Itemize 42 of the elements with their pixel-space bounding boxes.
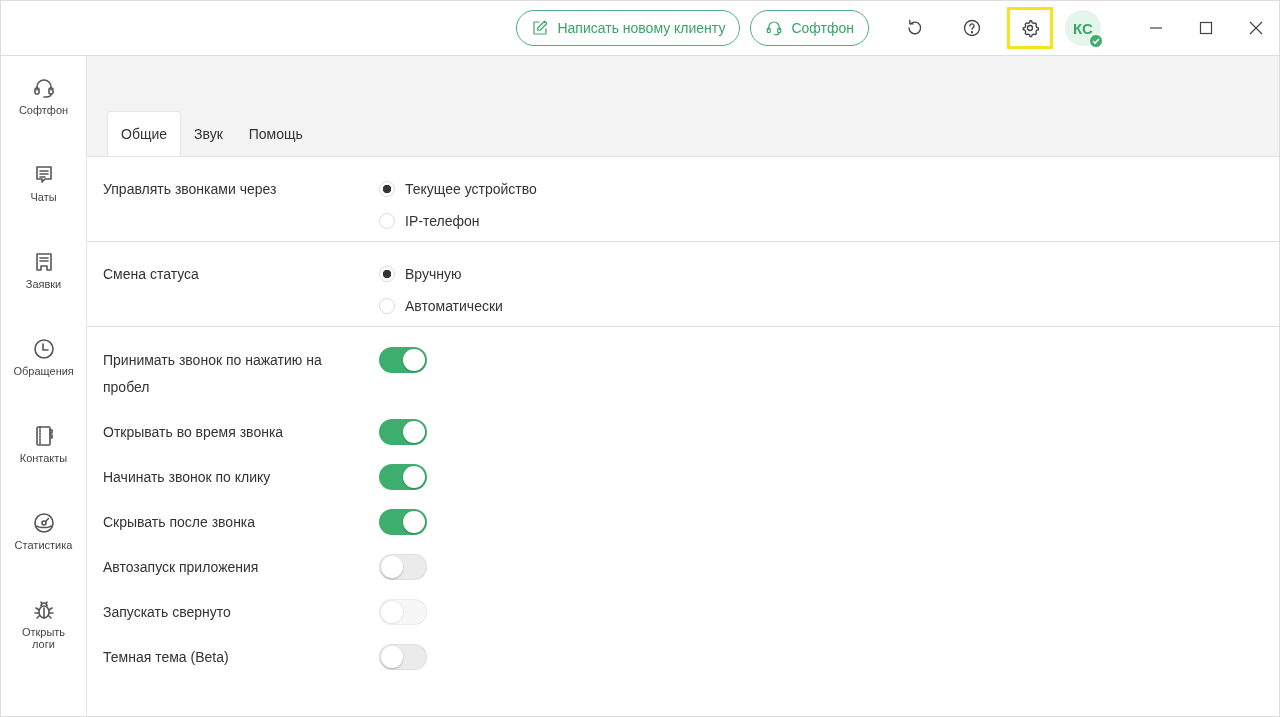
setting-label: Темная тема (Beta) bbox=[103, 648, 230, 667]
sidebar-item[interactable]: Софтфон bbox=[13, 104, 74, 116]
settings-icon bbox=[1020, 18, 1040, 38]
setting-label: Управлять звонками через bbox=[103, 181, 278, 199]
sidebar-item[interactable]: Контакты bbox=[13, 452, 74, 464]
setting-label: Скрывать после звонка bbox=[103, 513, 257, 532]
setting-label: Принимать звонок по нажатию на пробел bbox=[103, 351, 323, 397]
toggle-switch[interactable] bbox=[379, 554, 427, 580]
toggle-switch[interactable] bbox=[379, 509, 427, 535]
headset-icon bbox=[31, 76, 56, 100]
sidebar-item[interactable]: Статистика bbox=[13, 539, 74, 551]
sidebar-item[interactable]: Обращения bbox=[13, 365, 74, 377]
headset-icon bbox=[765, 19, 784, 37]
toggle-switch[interactable] bbox=[379, 419, 427, 445]
close-icon[interactable] bbox=[1249, 21, 1263, 35]
setting-label: Начинать звонок по клику bbox=[103, 468, 272, 487]
setting-label: Открывать во время звонка bbox=[103, 423, 285, 442]
settings-button[interactable] bbox=[1007, 7, 1053, 49]
tab[interactable]: Общие bbox=[107, 111, 182, 156]
sidebar-item[interactable]: Чаты bbox=[13, 191, 74, 203]
sidebar-item[interactable]: Открыть логи bbox=[13, 626, 74, 650]
help-icon bbox=[962, 18, 982, 38]
pencil-square-icon bbox=[531, 19, 550, 37]
radio-button[interactable] bbox=[379, 266, 395, 282]
radio-button[interactable] bbox=[379, 181, 395, 197]
toggle-switch[interactable] bbox=[379, 644, 427, 670]
radio-label: Автоматически bbox=[405, 298, 503, 314]
maximize-icon[interactable] bbox=[1199, 21, 1213, 35]
tab[interactable]: Звук bbox=[181, 111, 236, 156]
setting-label: Запускать свернуто bbox=[103, 603, 232, 622]
radio-label: Вручную bbox=[405, 266, 462, 282]
toggle-switch[interactable] bbox=[379, 464, 427, 490]
clock-icon bbox=[31, 337, 56, 361]
gauge-icon bbox=[31, 511, 56, 535]
setting-label: Автозапуск приложения bbox=[103, 558, 260, 577]
toggle-switch[interactable] bbox=[379, 347, 427, 373]
radio-label: IP-телефон bbox=[405, 213, 480, 229]
setting-label: Смена статуса bbox=[103, 266, 200, 284]
tab[interactable]: Помощь bbox=[235, 111, 316, 156]
bug-icon bbox=[31, 598, 56, 622]
radio-label: Текущее устройство bbox=[405, 181, 537, 197]
sidebar-item[interactable]: Заявки bbox=[13, 278, 74, 290]
